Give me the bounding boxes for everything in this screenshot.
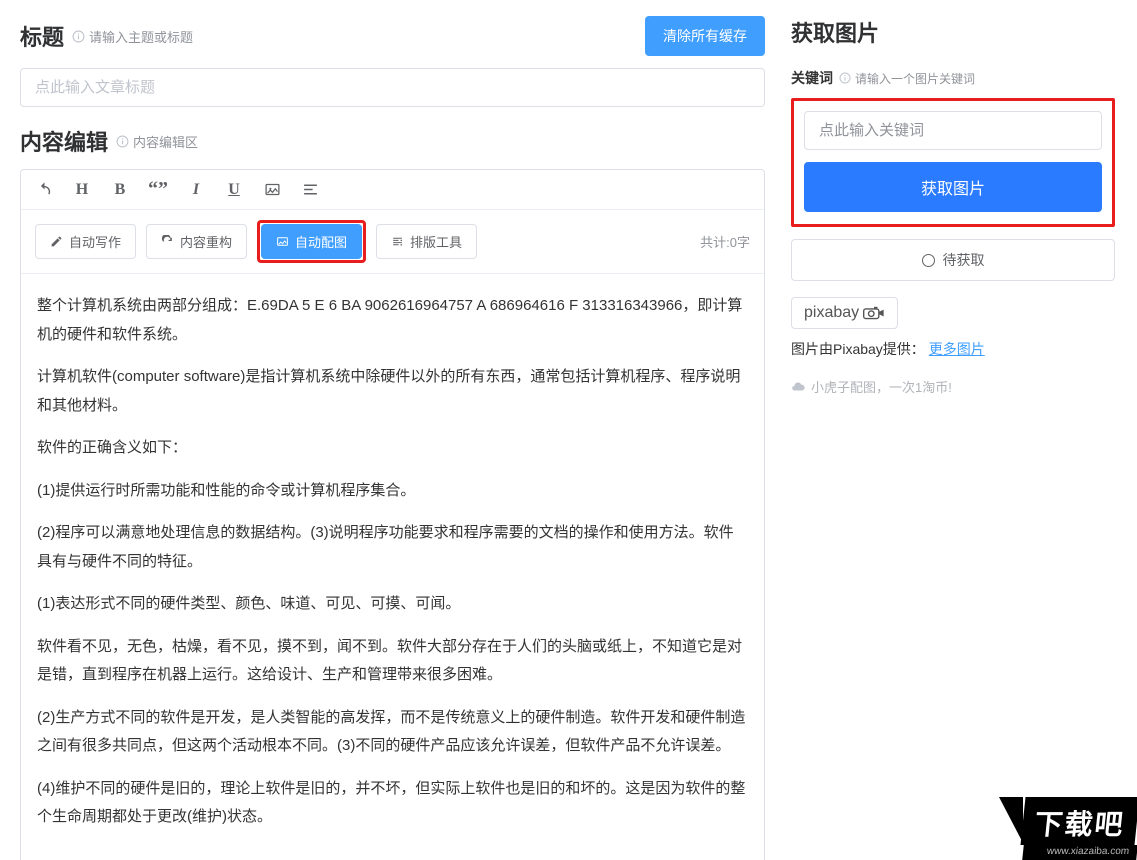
tip-row: 小虎子配图，一次1淘币! bbox=[791, 377, 1115, 396]
auto-image-button[interactable]: 自动配图 bbox=[261, 224, 362, 259]
keyword-highlight-box: 获取图片 bbox=[791, 98, 1115, 227]
pencil-icon bbox=[50, 235, 63, 248]
editor-content[interactable]: 整个计算机系统由两部分组成：E.69DA 5 E 6 BA 9062616964… bbox=[21, 274, 764, 860]
paragraph: (1)提供运行时所需功能和性能的命令或计算机程序集合。 bbox=[37, 477, 748, 506]
format-toolbar: H B “” I U bbox=[21, 170, 764, 210]
pixabay-badge: pixabay bbox=[791, 297, 898, 329]
keyword-label-row: 关键词 请输入一个图片关键词 bbox=[791, 68, 1115, 88]
paragraph: 软件的正确含义如下： bbox=[37, 434, 748, 463]
clear-cache-button[interactable]: 清除所有缓存 bbox=[645, 16, 765, 56]
layout-tool-button[interactable]: 排版工具 bbox=[376, 224, 477, 259]
title-section-header: 标题 请输入主题或标题 清除所有缓存 bbox=[20, 16, 765, 56]
cloud-icon bbox=[791, 380, 805, 394]
more-images-link[interactable]: 更多图片 bbox=[929, 341, 985, 357]
image-icon bbox=[276, 235, 289, 248]
title-section-hint: 请输入主题或标题 bbox=[72, 27, 193, 46]
watermark: 下载吧 www.xiazaiba.com bbox=[1023, 797, 1137, 860]
camera-icon bbox=[863, 306, 885, 320]
paragraph: 计算机软件(computer software)是指计算机系统中除硬件以外的所有… bbox=[37, 363, 748, 420]
paragraph: (2)程序可以满意地处理信息的数据结构。(3)说明程序功能要求和程序需要的文档的… bbox=[37, 519, 748, 576]
action-toolbar: 自动写作 内容重构 自动配图 排版工具 共计:0字 bbox=[21, 210, 764, 274]
layout-icon bbox=[391, 235, 404, 248]
undo-icon[interactable] bbox=[35, 181, 53, 198]
quote-icon[interactable]: “” bbox=[149, 178, 167, 201]
paragraph: (4)维护不同的硬件是旧的，理论上软件是旧的，并不坏，但实际上软件也是旧的和坏的… bbox=[37, 775, 748, 832]
article-title-input[interactable] bbox=[20, 68, 765, 107]
content-section-hint: 内容编辑区 bbox=[116, 132, 198, 151]
underline-icon[interactable]: U bbox=[225, 181, 243, 199]
side-panel-title: 获取图片 bbox=[791, 16, 1115, 48]
title-section-label: 标题 bbox=[20, 20, 64, 52]
keyword-hint: 请输入一个图片关键词 bbox=[839, 70, 975, 87]
paragraph: (1)表达形式不同的硬件类型、颜色、味道、可见、可摸、可闻。 bbox=[37, 590, 748, 619]
paragraph: 软件看不见，无色，枯燥，看不见，摸不到，闻不到。软件大部分存在于人们的头脑或纸上… bbox=[37, 633, 748, 690]
editor-container: H B “” I U 自动写作 内容重构 bbox=[20, 169, 765, 860]
info-icon bbox=[116, 135, 129, 148]
refresh-icon bbox=[161, 235, 174, 248]
image-icon[interactable] bbox=[263, 181, 281, 198]
image-credit: 图片由Pixabay提供： 更多图片 bbox=[791, 339, 1115, 359]
heading-icon[interactable]: H bbox=[73, 181, 91, 199]
restructure-button[interactable]: 内容重构 bbox=[146, 224, 247, 259]
word-count: 共计:0字 bbox=[700, 232, 750, 251]
info-icon bbox=[72, 30, 85, 43]
circle-icon bbox=[922, 254, 935, 267]
auto-write-button[interactable]: 自动写作 bbox=[35, 224, 136, 259]
paragraph: (2)生产方式不同的软件是开发，是人类智能的高发挥，而不是传统意义上的硬件制造。… bbox=[37, 704, 748, 761]
align-icon[interactable] bbox=[301, 181, 319, 198]
content-section-label: 内容编辑 bbox=[20, 125, 108, 157]
content-section-header: 内容编辑 内容编辑区 bbox=[20, 125, 765, 157]
bold-icon[interactable]: B bbox=[111, 181, 129, 199]
italic-icon[interactable]: I bbox=[187, 181, 205, 199]
keyword-label: 关键词 bbox=[791, 68, 833, 88]
paragraph: 整个计算机系统由两部分组成：E.69DA 5 E 6 BA 9062616964… bbox=[37, 292, 748, 349]
info-icon bbox=[839, 72, 851, 84]
pending-status: 待获取 bbox=[791, 239, 1115, 281]
auto-image-highlight: 自动配图 bbox=[257, 220, 366, 263]
keyword-input[interactable] bbox=[804, 111, 1102, 150]
fetch-image-button[interactable]: 获取图片 bbox=[804, 162, 1102, 212]
